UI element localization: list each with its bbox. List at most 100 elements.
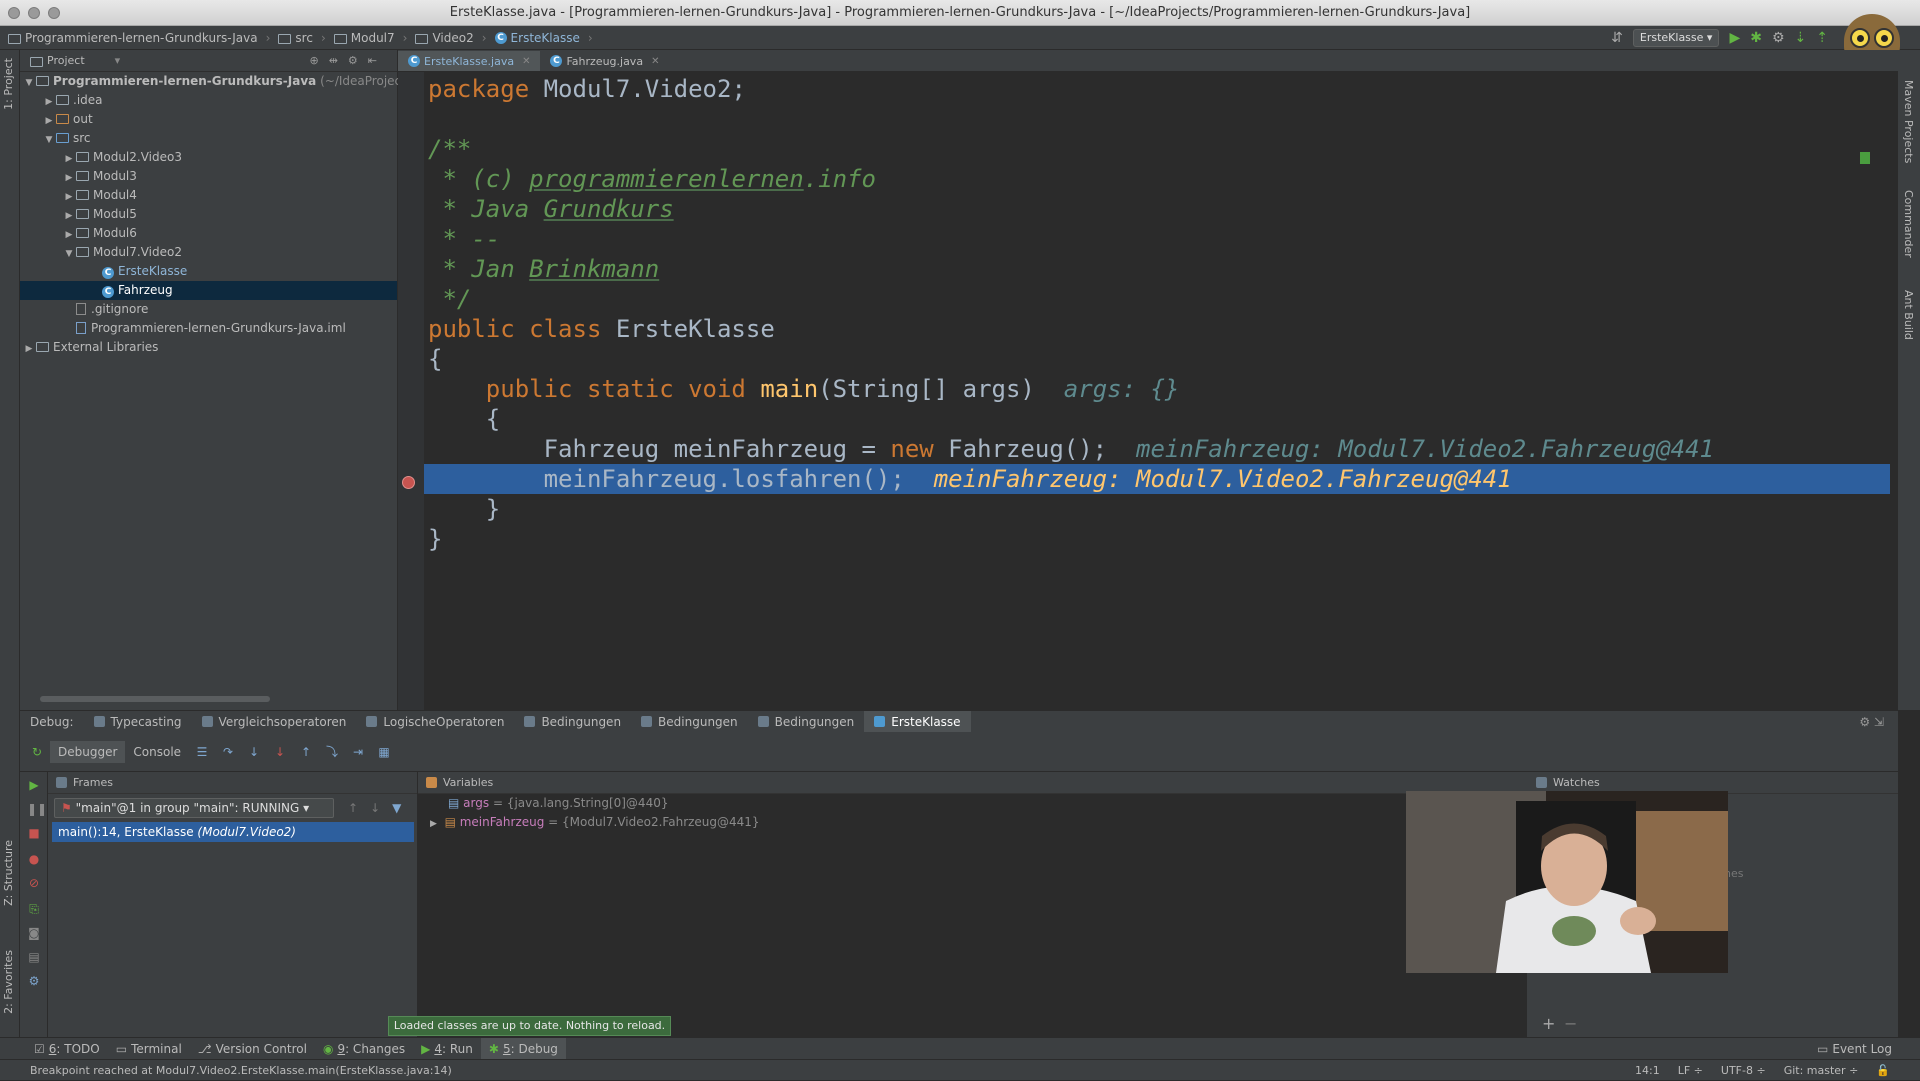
- tree-item-package[interactable]: ▶ Modul6: [20, 224, 397, 243]
- breadcrumb-project[interactable]: Programmieren-lernen-Grundkurs-Java ›: [8, 31, 270, 45]
- mute-breakpoints-icon[interactable]: ⊘: [27, 876, 41, 890]
- tree-item-out[interactable]: ▶ out: [20, 110, 397, 129]
- tree-item-package[interactable]: ▶ Modul3: [20, 167, 397, 186]
- get-thread-dump-icon[interactable]: ⎘: [27, 902, 41, 916]
- code-editor[interactable]: package Modul7.Video2; /** * (c) program…: [424, 72, 1896, 710]
- settings-gear-icon[interactable]: ⚙ ⇲: [1859, 715, 1884, 729]
- run-icon[interactable]: ▶: [1729, 30, 1740, 46]
- debug-tab[interactable]: Typecasting: [84, 711, 192, 733]
- step-over-icon[interactable]: ↷: [220, 745, 236, 759]
- rerun-icon[interactable]: ↻: [29, 745, 45, 759]
- close-tab-icon[interactable]: ✕: [651, 56, 659, 67]
- camera-icon[interactable]: ◙: [27, 926, 41, 940]
- event-log-icon: ▭: [1817, 1041, 1829, 1056]
- changes-tab[interactable]: ◉ 9: Changes: [315, 1038, 413, 1060]
- frame-row-selected[interactable]: main():14, ErsteKlasse (Modul7.Video2): [52, 822, 414, 842]
- debug-tab-active[interactable]: ErsteKlasse: [864, 710, 971, 733]
- structure-tool-tab[interactable]: Z: Structure: [2, 840, 15, 906]
- run-configuration-select[interactable]: ErsteKlasse ▾: [1632, 29, 1720, 47]
- minimize-window-button[interactable]: [28, 7, 40, 19]
- breadcrumb-src[interactable]: src ›: [278, 31, 326, 45]
- tree-item-package[interactable]: ▶ Modul4: [20, 186, 397, 205]
- debug-tab[interactable]: Bedingungen: [514, 711, 631, 733]
- editor-gutter[interactable]: [398, 72, 424, 710]
- stop-icon[interactable]: ■: [27, 826, 41, 840]
- step-out-icon[interactable]: ↑: [298, 745, 314, 759]
- horizontal-scrollbar[interactable]: [40, 696, 270, 702]
- file-encoding[interactable]: UTF-8 ÷: [1721, 1060, 1766, 1081]
- vcs-commit-icon[interactable]: ⇡: [1816, 30, 1828, 46]
- tree-item-file[interactable]: Programmieren-lernen-Grundkurs-Java.iml: [20, 319, 397, 338]
- favorites-tool-tab[interactable]: 2: Favorites: [2, 950, 15, 1014]
- version-control-tab[interactable]: ⎇ Version Control: [190, 1038, 315, 1060]
- vcs-update-icon[interactable]: ⇣: [1795, 30, 1807, 46]
- debugger-subtab[interactable]: Debugger: [50, 740, 126, 763]
- breakpoint-icon[interactable]: [402, 476, 415, 489]
- project-view-select[interactable]: Project: [47, 54, 85, 67]
- restore-layout-icon[interactable]: ▤: [27, 950, 41, 964]
- close-window-button[interactable]: [8, 7, 20, 19]
- tree-item-external-libraries[interactable]: ▶ External Libraries: [20, 338, 397, 357]
- debug-tab[interactable]: Vergleichsoperatoren: [192, 711, 357, 733]
- tab-erste-klasse[interactable]: C ErsteKlasse.java ✕: [398, 51, 541, 71]
- tree-item-idea[interactable]: ▶ .idea: [20, 91, 397, 110]
- commander-tab[interactable]: Commander: [1902, 190, 1915, 258]
- thread-select[interactable]: ⚑ "main"@1 in group "main": RUNNING ▾: [54, 798, 334, 818]
- debug-icon[interactable]: ✱: [1750, 30, 1762, 46]
- terminal-tab[interactable]: ▭ Terminal: [108, 1038, 190, 1060]
- remove-watch-icon[interactable]: −: [1564, 1014, 1577, 1033]
- git-branch[interactable]: Git: master ÷: [1784, 1060, 1859, 1081]
- show-execution-point-icon[interactable]: ☰: [194, 745, 210, 759]
- force-step-into-icon[interactable]: ↓: [272, 745, 288, 759]
- filter-icon[interactable]: ▼: [392, 801, 401, 815]
- todo-tab[interactable]: ☑ 6: TODO: [26, 1038, 108, 1060]
- tree-item-package[interactable]: ▶ Modul5: [20, 205, 397, 224]
- debug-tab-bottom[interactable]: ✱ 5: Debug: [480, 1037, 566, 1060]
- tree-item-package[interactable]: ▶ Modul2.Video3: [20, 148, 397, 167]
- maximize-window-button[interactable]: [48, 7, 60, 19]
- tree-item-file[interactable]: .gitignore: [20, 300, 397, 319]
- breadcrumb-modul7[interactable]: Modul7 ›: [333, 31, 407, 45]
- breadcrumb-video2[interactable]: Video2 ›: [415, 31, 487, 45]
- drop-frame-icon[interactable]: ⤵: [324, 745, 340, 759]
- variable-row[interactable]: ▶ ▤ meinFahrzeug = {Modul7.Video2.Fahrze…: [418, 813, 1527, 832]
- run-tab[interactable]: ▶ 4: Run: [413, 1038, 481, 1060]
- console-subtab[interactable]: Console: [125, 741, 189, 763]
- expand-arrow-icon[interactable]: ▶: [22, 340, 36, 359]
- tree-item-src[interactable]: ▼ src: [20, 129, 397, 148]
- next-frame-icon[interactable]: ↓: [370, 801, 380, 815]
- variable-row[interactable]: ▤ args = {java.lang.String[0]@440}: [418, 794, 1527, 813]
- line-separator[interactable]: LF ÷: [1678, 1060, 1703, 1081]
- tab-fahrzeug[interactable]: C Fahrzeug.java ✕: [540, 51, 669, 71]
- evaluate-expression-icon[interactable]: ▦: [376, 745, 392, 759]
- close-tab-icon[interactable]: ✕: [522, 56, 530, 67]
- panel-actions-icon[interactable]: ⊕⇹⚙⇤: [309, 54, 387, 67]
- expand-arrow-icon[interactable]: ▶: [430, 819, 437, 829]
- ant-build-tab[interactable]: Ant Build: [1902, 290, 1915, 340]
- debug-tab[interactable]: LogischeOperatoren: [356, 711, 514, 733]
- project-tool-tab[interactable]: 1: Project: [2, 58, 15, 110]
- build-icon[interactable]: ⇵: [1611, 30, 1623, 46]
- debug-tab[interactable]: Bedingungen: [748, 711, 865, 733]
- view-dropdown-icon[interactable]: ▾: [115, 54, 121, 67]
- previous-frame-icon[interactable]: ↑: [348, 801, 358, 815]
- breadcrumb-class[interactable]: C ErsteKlasse ›: [494, 31, 593, 45]
- view-breakpoints-icon[interactable]: ●: [27, 852, 41, 866]
- tree-item-class-selected[interactable]: C Fahrzeug: [20, 281, 397, 300]
- debug-tab[interactable]: Bedingungen: [631, 711, 748, 733]
- settings-icon[interactable]: ⚙: [27, 974, 41, 988]
- tree-root[interactable]: ▼ Programmieren-lernen-Grundkurs-Java (~/…: [20, 72, 406, 91]
- event-log-tab[interactable]: ▭ Event Log: [1809, 1038, 1900, 1060]
- add-watch-icon[interactable]: +: [1542, 1014, 1555, 1033]
- maven-projects-tab[interactable]: Maven Projects: [1902, 80, 1915, 163]
- reload-notification[interactable]: Loaded classes are up to date. Nothing t…: [388, 1016, 671, 1036]
- tree-item-package[interactable]: ▼ Modul7.Video2: [20, 243, 397, 262]
- caret-position[interactable]: 14:1: [1635, 1060, 1660, 1081]
- step-into-icon[interactable]: ↓: [246, 745, 262, 759]
- coverage-icon[interactable]: ⚙: [1772, 30, 1785, 46]
- lock-icon[interactable]: 🔓: [1876, 1060, 1890, 1081]
- run-to-cursor-icon[interactable]: ⇥: [350, 745, 366, 759]
- pause-icon[interactable]: ❚❚: [27, 802, 47, 816]
- tree-item-class[interactable]: C ErsteKlasse: [20, 262, 397, 281]
- resume-icon[interactable]: ▶: [27, 778, 41, 792]
